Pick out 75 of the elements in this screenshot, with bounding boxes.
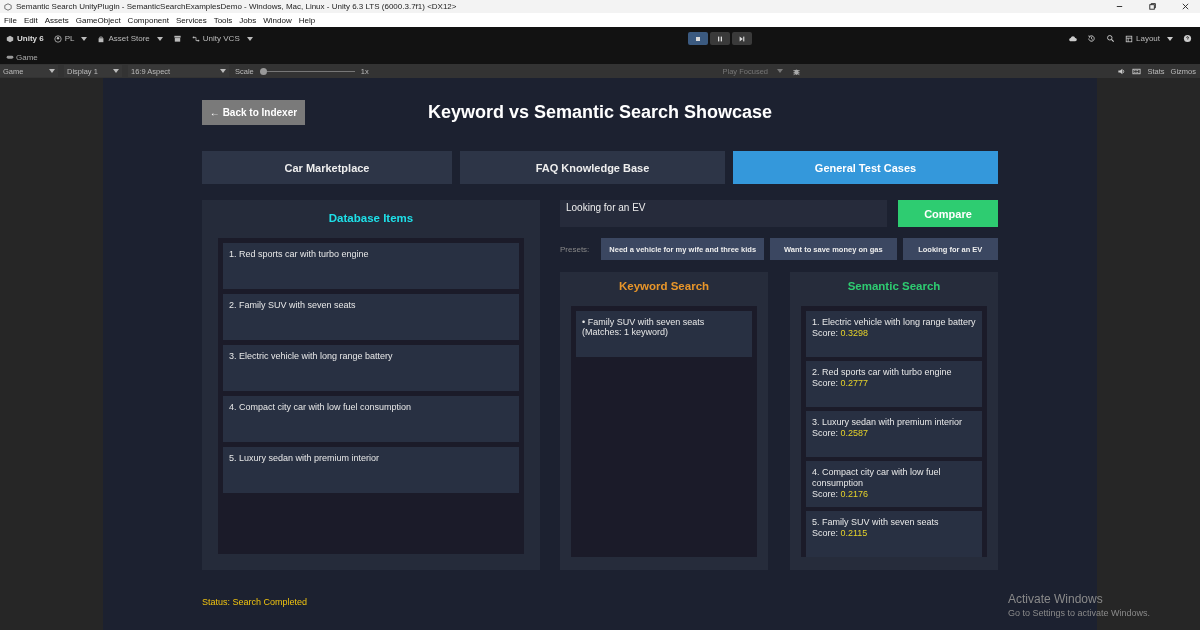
caret-icon bbox=[776, 69, 783, 73]
panel-title: Keyword Search bbox=[618, 280, 710, 292]
database-item: 4. Compact city car with low fuel consumption bbox=[223, 396, 519, 442]
step-button[interactable] bbox=[732, 32, 753, 45]
slider-thumb[interactable] bbox=[259, 67, 267, 75]
step-icon bbox=[738, 34, 747, 43]
category-tab[interactable]: FAQ Knowledge Base bbox=[460, 151, 725, 184]
database-item: 1. Red sports car with turbo engine bbox=[223, 243, 519, 289]
restore-icon[interactable] bbox=[1148, 2, 1157, 11]
caret-icon bbox=[49, 69, 55, 73]
cloud-icon[interactable] bbox=[1068, 34, 1077, 43]
panel-title: Database Items bbox=[328, 212, 414, 224]
pause-icon bbox=[716, 34, 725, 43]
score-text: Score: 0.2176 bbox=[812, 489, 870, 500]
score-text: Score: 0.2777 bbox=[812, 378, 870, 389]
presets-label: Presets: bbox=[560, 244, 590, 254]
account-button[interactable]: PL bbox=[53, 34, 88, 43]
status-text: Status: Search Completed bbox=[202, 597, 308, 607]
bag-icon bbox=[97, 34, 106, 43]
category-tab[interactable]: Car Marketplace bbox=[202, 151, 452, 184]
history-icon[interactable] bbox=[1087, 34, 1096, 43]
caret-icon bbox=[246, 36, 253, 41]
result-text: 3. Luxury sedan with premium interior bbox=[812, 417, 964, 428]
pause-button[interactable] bbox=[710, 32, 731, 45]
menu-item[interactable]: Help bbox=[298, 15, 316, 25]
back-button[interactable]: ← Back to Indexer bbox=[202, 100, 305, 125]
menu-item[interactable]: File bbox=[4, 15, 17, 25]
window-title: Semantic Search UnityPlugin - SemanticSearchExamplesDemo - Windows, Mac, Linux - Unity 6.3 LTS (6000.3.7f1) <DX12> bbox=[16, 2, 457, 11]
caret-icon bbox=[220, 69, 226, 73]
gamepad-icon bbox=[6, 53, 14, 61]
layout-icon bbox=[1125, 34, 1133, 43]
caret-icon bbox=[113, 69, 119, 73]
menu-item[interactable]: Window bbox=[263, 15, 292, 25]
user-icon bbox=[53, 34, 62, 43]
branch-icon bbox=[191, 34, 200, 43]
unity-logo-icon bbox=[6, 34, 14, 43]
database-item: 2. Family SUV with seven seats bbox=[223, 294, 519, 340]
vcs-button[interactable]: Unity VCS bbox=[191, 34, 253, 43]
archive-icon[interactable] bbox=[172, 34, 182, 43]
score-text: Score: 0.2115 bbox=[812, 528, 869, 539]
score-text: Score: 0.3298 bbox=[812, 328, 870, 339]
result-text: 4. Compact city car with low fuel consumption bbox=[812, 467, 942, 489]
caret-icon bbox=[1167, 36, 1173, 41]
menu-item[interactable]: Component bbox=[127, 15, 169, 25]
menu-item[interactable]: Assets bbox=[44, 15, 69, 25]
menu-item[interactable]: Services bbox=[175, 15, 207, 25]
score-text: Score: 0.2587 bbox=[812, 428, 870, 439]
help-icon[interactable] bbox=[1183, 34, 1192, 43]
panel-title: Semantic Search bbox=[847, 280, 941, 292]
result-text: 2. Red sports car with turbo engine bbox=[812, 367, 953, 378]
menu-item[interactable]: GameObject bbox=[75, 15, 121, 25]
close-icon[interactable] bbox=[1181, 2, 1190, 11]
stop-button[interactable] bbox=[688, 32, 709, 45]
result-text: 1. Electric vehicle with long range battery bbox=[812, 317, 976, 328]
search-icon[interactable] bbox=[1106, 34, 1115, 43]
menu-item[interactable]: Edit bbox=[23, 15, 38, 25]
database-item: 5. Luxury sedan with premium interior bbox=[223, 447, 519, 493]
product-button[interactable]: Unity 6 bbox=[6, 34, 44, 43]
keyword-result: • Family SUV with seven seats (Matches: 1 keyword) bbox=[576, 311, 752, 357]
layout-button[interactable]: Layout bbox=[1125, 34, 1173, 43]
activation-title: Activate Windows bbox=[1008, 592, 1104, 606]
result-text: 5. Family SUV with seven seats bbox=[812, 517, 940, 528]
game-tab[interactable]: Game bbox=[6, 52, 38, 62]
page-title: Keyword vs Semantic Search Showcase bbox=[426, 102, 774, 123]
database-item: 3. Electric vehicle with long range battery bbox=[223, 345, 519, 391]
menu-item[interactable]: Tools bbox=[213, 15, 233, 25]
asset-store-button[interactable]: Asset Store bbox=[97, 34, 163, 43]
keyboard-icon[interactable] bbox=[1132, 66, 1142, 76]
activation-text: Go to Settings to activate Windows. bbox=[1008, 608, 1151, 618]
caret-icon bbox=[81, 36, 88, 41]
menu-item[interactable]: Jobs bbox=[239, 15, 257, 25]
query-field[interactable]: Looking for an EV bbox=[560, 200, 887, 228]
scale-slider[interactable] bbox=[259, 67, 355, 75]
unity-logo-icon bbox=[4, 2, 12, 11]
caret-icon bbox=[156, 36, 163, 41]
